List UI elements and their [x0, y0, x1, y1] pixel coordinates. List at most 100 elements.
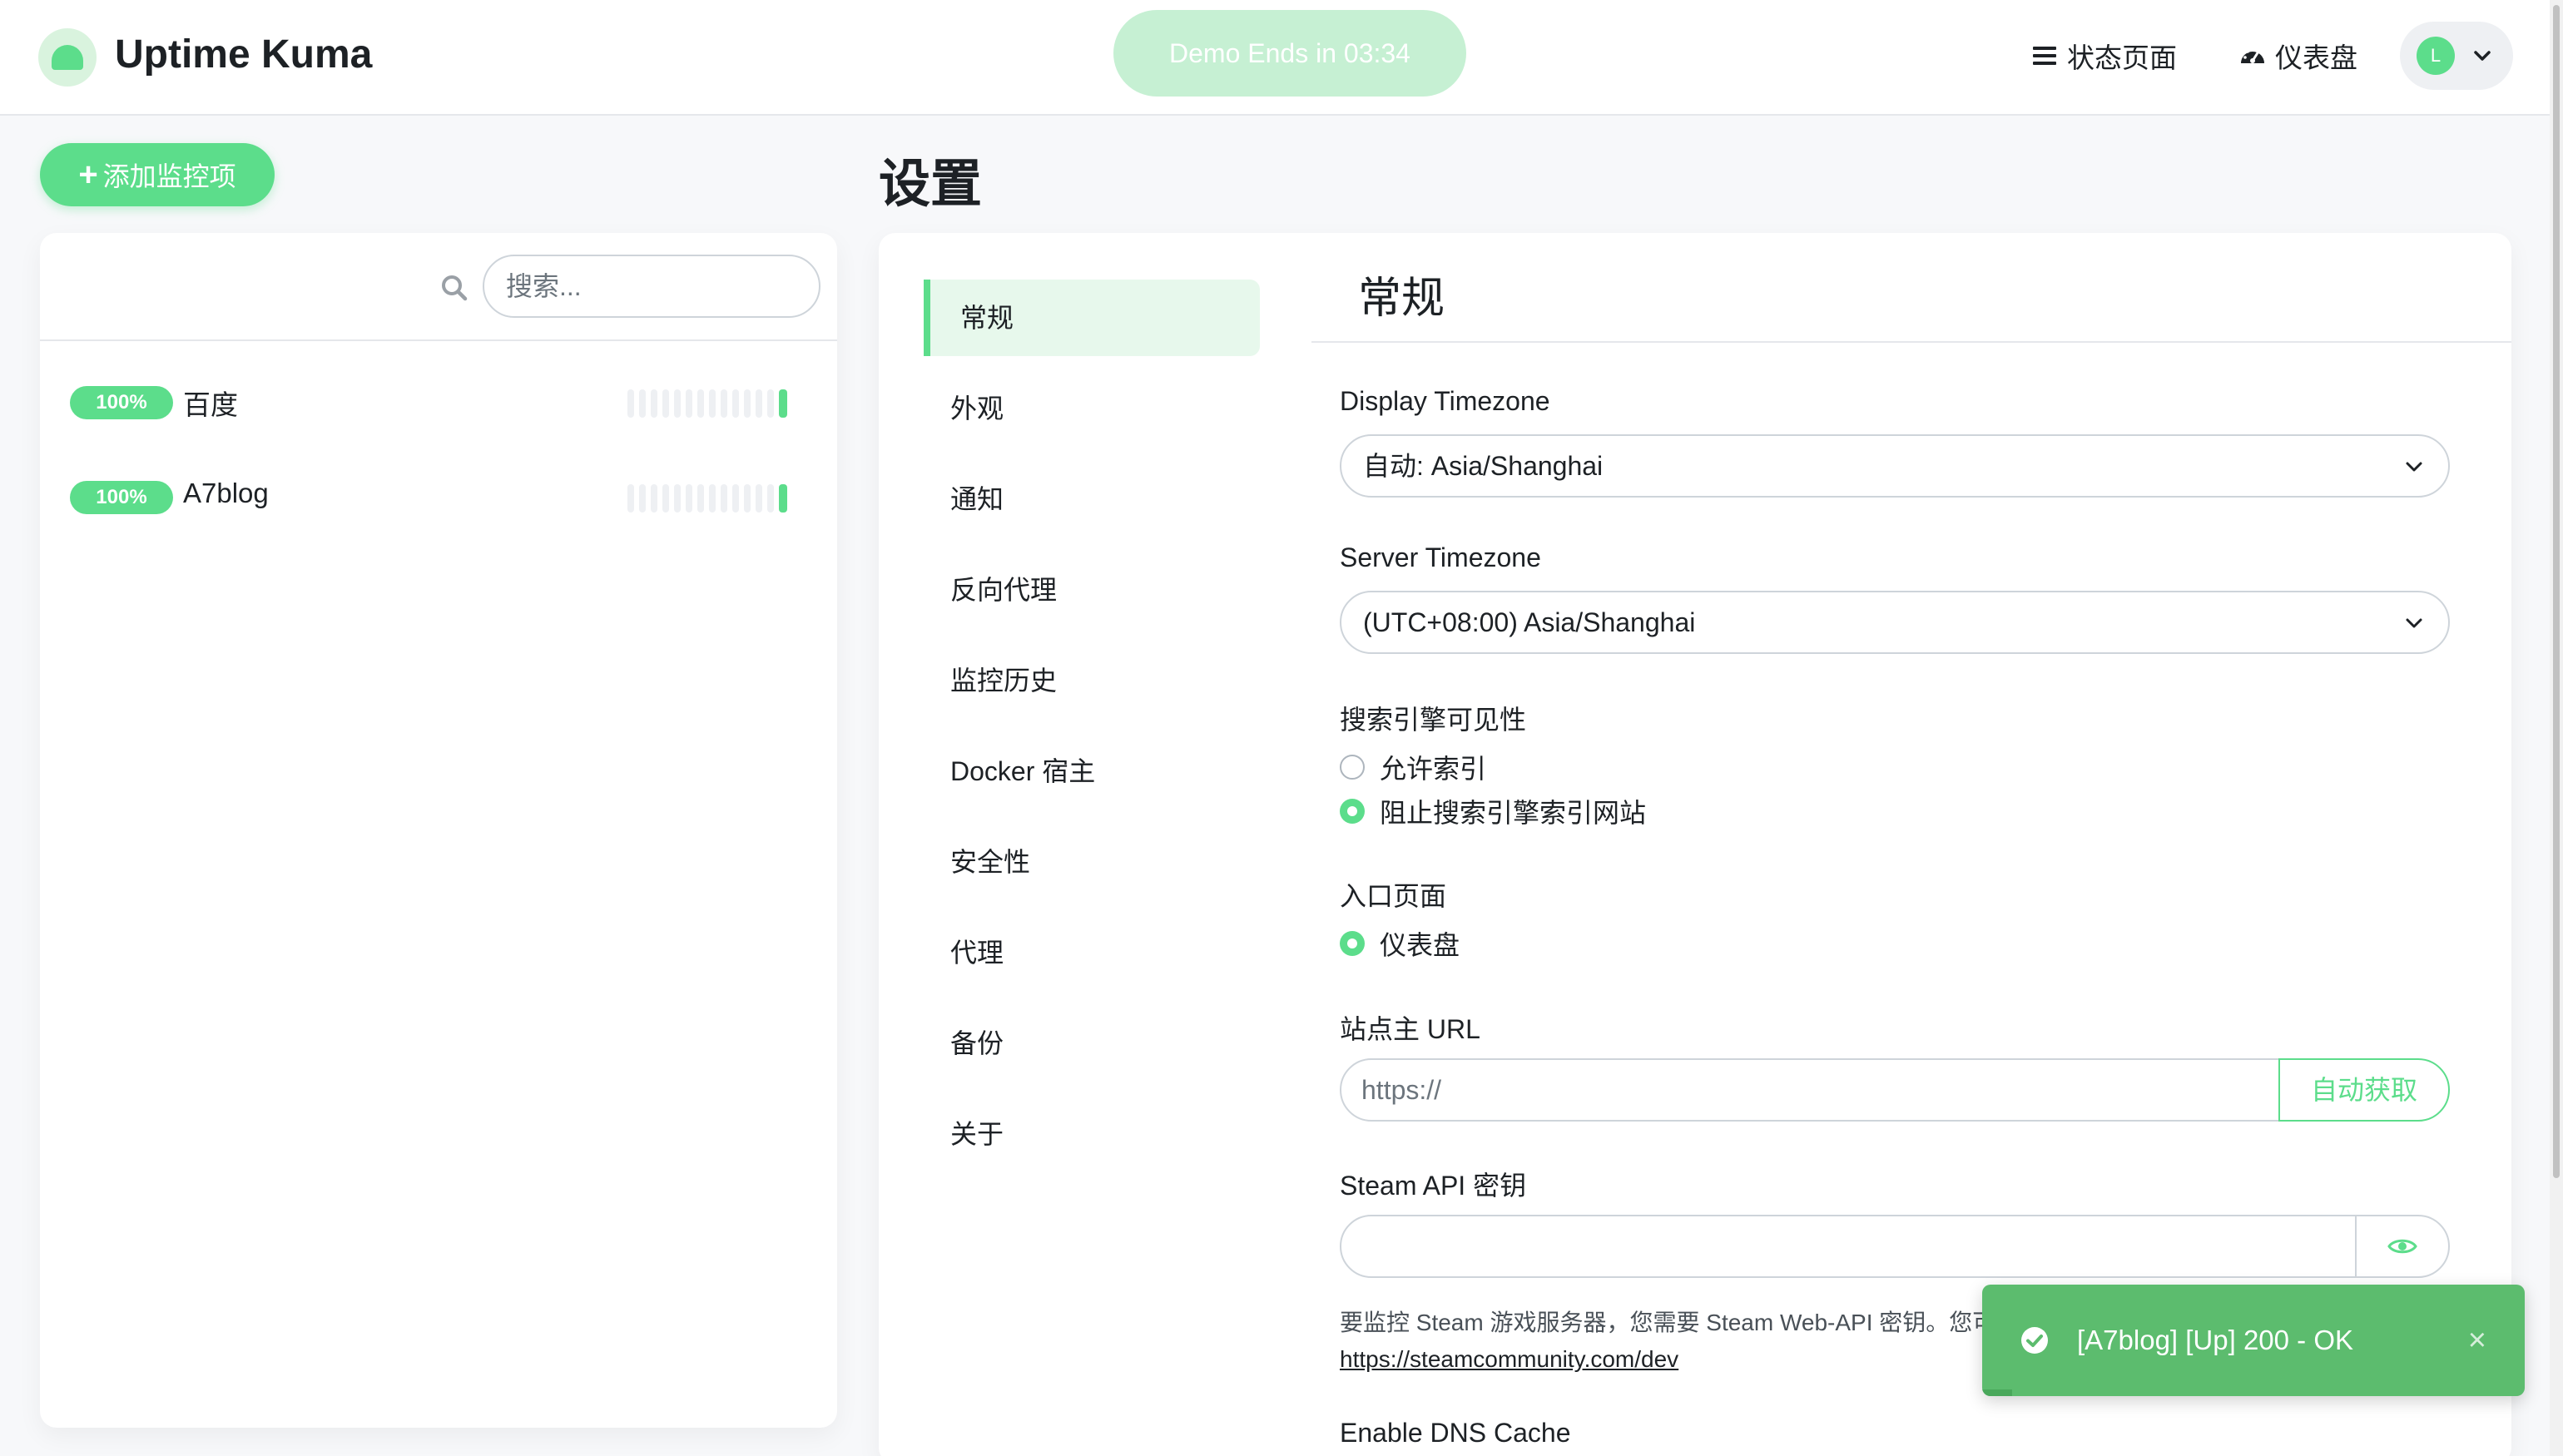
settings-menu-item-proxies[interactable]: 代理 — [924, 914, 1260, 991]
eye-icon — [2387, 1236, 2417, 1256]
list-icon — [2030, 42, 2059, 70]
monitor-list-item[interactable]: 100% A7blog — [70, 468, 819, 526]
entry-page-label: 入口页面 — [1340, 875, 1446, 914]
heartbeat-tick — [756, 389, 762, 418]
heartbeat-tick — [674, 484, 681, 513]
settings-menu-item-backup[interactable]: 备份 — [924, 1005, 1260, 1082]
display-timezone-value: 自动: Asia/Shanghai — [1363, 451, 1603, 481]
heartbeat-tick — [686, 484, 692, 513]
heartbeat-bar — [627, 484, 787, 513]
heartbeat-tick — [662, 389, 669, 418]
uptime-badge: 100% — [70, 481, 173, 514]
settings-menu-item-appearance[interactable]: 外观 — [924, 370, 1260, 447]
primary-base-url-group: 自动获取 — [1340, 1058, 2450, 1122]
heartbeat-tick — [779, 389, 787, 418]
section-header: 常规 — [1311, 233, 2511, 343]
toast-notification[interactable]: [A7blog] [Up] 200 - OK × — [1982, 1285, 2525, 1396]
server-timezone-select[interactable]: (UTC+08:00) Asia/Shanghai — [1340, 591, 2450, 654]
primary-base-url-input[interactable] — [1340, 1058, 2280, 1122]
heartbeat-tick — [779, 484, 787, 513]
heartbeat-tick — [662, 484, 669, 513]
nav-dashboard-label: 仪表盘 — [2275, 36, 2357, 76]
heartbeat-tick — [697, 389, 704, 418]
monitor-name: 百度 — [183, 383, 238, 423]
radio-allow-indexing[interactable]: 允许索引 — [1340, 750, 1486, 784]
steam-api-help-text: 要监控 Steam 游戏服务器，您需要 Steam Web-API 密钥。您可 … — [1340, 1305, 1995, 1378]
scrollbar-thumb[interactable] — [2553, 5, 2560, 1178]
monitor-list-panel: 100% 百度 100% A7blog — [40, 233, 837, 1428]
steam-help-description: 要监控 Steam 游戏服务器，您需要 Steam Web-API 密钥。您可 — [1340, 1310, 1995, 1335]
heartbeat-tick — [651, 389, 657, 418]
nav-dashboard-link[interactable]: 仪表盘 — [2238, 37, 2357, 75]
display-timezone-label: Display Timezone — [1340, 386, 1550, 417]
heartbeat-tick — [686, 389, 692, 418]
nav-status-page-label: 状态页面 — [2067, 36, 2177, 76]
radio-button-checked[interactable] — [1340, 799, 1365, 824]
steam-dev-link[interactable]: https://steamcommunity.com/dev — [1340, 1346, 1678, 1372]
settings-menu-item-docker-hosts[interactable]: Docker 宿主 — [924, 733, 1260, 810]
tachometer-icon — [2238, 42, 2267, 70]
heartbeat-tick — [651, 484, 657, 513]
heartbeat-tick — [674, 389, 681, 418]
top-header: Uptime Kuma Demo Ends in 03:34 状态页面 仪表盘 … — [0, 0, 2563, 116]
uptime-kuma-logo-icon[interactable] — [38, 28, 97, 87]
heartbeat-tick — [767, 389, 774, 418]
toast-message: [A7blog] [Up] 200 - OK — [2077, 1325, 2353, 1356]
app-title[interactable]: Uptime Kuma — [115, 32, 372, 77]
settings-menu-item-reverse-proxy[interactable]: 反向代理 — [924, 552, 1260, 628]
toggle-visibility-button[interactable] — [2355, 1215, 2450, 1278]
radio-button-checked[interactable] — [1340, 931, 1365, 956]
server-timezone-value: (UTC+08:00) Asia/Shanghai — [1363, 607, 1695, 637]
section-title: 常规 — [1358, 263, 1445, 325]
heartbeat-tick — [627, 389, 634, 418]
chevron-down-icon — [2405, 458, 2423, 476]
steam-api-key-label: Steam API 密钥 — [1340, 1165, 1526, 1203]
radio-entry-dashboard[interactable]: 仪表盘 — [1340, 927, 1460, 960]
radio-button[interactable] — [1340, 755, 1365, 780]
radio-discourage-indexing-label: 阻止搜索引擎索引网站 — [1380, 792, 1646, 830]
radio-entry-dashboard-label: 仪表盘 — [1380, 924, 1460, 963]
chevron-down-icon — [2405, 614, 2423, 632]
page-title: 设置 — [879, 141, 982, 216]
heartbeat-tick — [639, 389, 646, 418]
settings-menu-item-about[interactable]: 关于 — [924, 1096, 1260, 1172]
steam-api-key-input[interactable] — [1340, 1215, 2357, 1278]
search-engine-visibility-label: 搜索引擎可见性 — [1340, 699, 1526, 737]
check-circle-icon — [2020, 1326, 2049, 1354]
heartbeat-tick — [767, 484, 774, 513]
heartbeat-tick — [721, 389, 727, 418]
demo-countdown-banner: Demo Ends in 03:34 — [1113, 10, 1466, 97]
monitor-search-input[interactable] — [483, 255, 820, 318]
add-monitor-label: 添加监控项 — [103, 156, 236, 194]
add-monitor-button[interactable]: + 添加监控项 — [40, 143, 275, 206]
toast-close-button[interactable]: × — [2468, 1323, 2486, 1359]
heartbeat-tick — [744, 389, 751, 418]
uptime-badge: 100% — [70, 386, 173, 419]
heartbeat-tick — [756, 484, 762, 513]
chevron-down-icon — [2471, 45, 2493, 67]
nav-status-page-link[interactable]: 状态页面 — [2030, 37, 2177, 75]
heartbeat-tick — [697, 484, 704, 513]
settings-menu-item-notifications[interactable]: 通知 — [924, 461, 1260, 537]
plus-icon: + — [78, 158, 97, 191]
monitor-list-item[interactable]: 100% 百度 — [70, 373, 819, 431]
settings-menu-item-monitor-history[interactable]: 监控历史 — [924, 642, 1260, 719]
heartbeat-tick — [639, 484, 646, 513]
display-timezone-select[interactable]: 自动: Asia/Shanghai — [1340, 434, 2450, 498]
monitor-search-row — [40, 233, 837, 341]
heartbeat-tick — [709, 484, 716, 513]
heartbeat-tick — [732, 389, 739, 418]
heartbeat-tick — [721, 484, 727, 513]
steam-api-key-group — [1340, 1215, 2450, 1278]
search-icon — [438, 271, 471, 305]
settings-menu-item-security[interactable]: 安全性 — [924, 824, 1260, 900]
toast-progress-bar — [1982, 1389, 2012, 1396]
primary-base-url-label: 站点主 URL — [1340, 1008, 1480, 1047]
settings-menu-item-general[interactable]: 常规 — [924, 280, 1260, 356]
auto-get-url-button[interactable]: 自动获取 — [2278, 1058, 2450, 1122]
radio-discourage-indexing[interactable]: 阻止搜索引擎索引网站 — [1340, 795, 1646, 828]
user-menu-dropdown[interactable]: L — [2400, 22, 2513, 90]
monitor-name: A7blog — [183, 478, 269, 509]
page-scrollbar[interactable] — [2550, 0, 2563, 1456]
heartbeat-bar — [627, 389, 787, 418]
